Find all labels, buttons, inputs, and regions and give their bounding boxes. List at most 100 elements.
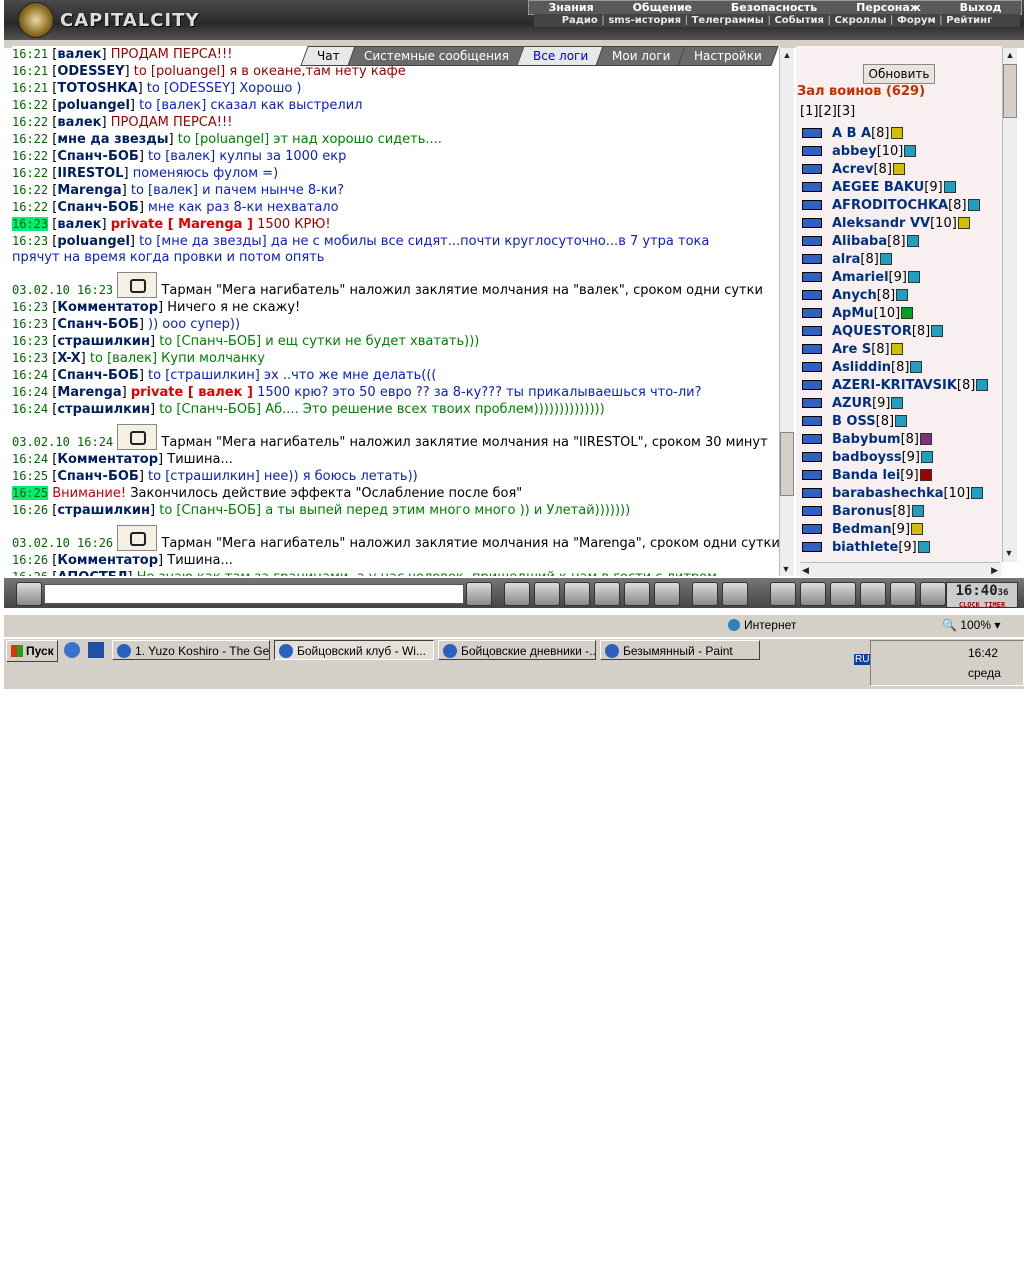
user-item[interactable]: AZERI-KRITAVSIK [8]: [800, 376, 989, 394]
user-info-icon[interactable]: [919, 469, 932, 481]
message-time[interactable]: 16:22: [12, 166, 48, 180]
submenu-forum[interactable]: Форум: [897, 14, 936, 27]
chat-scroll-thumb[interactable]: [780, 432, 794, 496]
user-info-icon[interactable]: [890, 343, 903, 355]
message-time[interactable]: 16:21: [12, 81, 48, 95]
private-message-icon[interactable]: [800, 324, 822, 338]
message-nick[interactable]: Marenga: [57, 183, 121, 198]
private-message-icon[interactable]: [800, 522, 822, 536]
tab-settings[interactable]: Настройки: [677, 46, 779, 66]
user-name[interactable]: Are S: [832, 342, 871, 357]
user-item[interactable]: AFRODITOCHKA [8]: [800, 196, 980, 214]
refresh-button[interactable]: Обновить: [863, 64, 935, 84]
user-item[interactable]: Asliddin [8]: [800, 358, 923, 376]
submenu-rating[interactable]: Рейтинг: [946, 14, 992, 27]
chat-scrollbar[interactable]: ▲: [779, 48, 794, 576]
translit-icon[interactable]: [624, 582, 650, 606]
message-nick[interactable]: валек: [57, 217, 101, 232]
private-message-icon[interactable]: [800, 198, 822, 212]
user-name[interactable]: alra: [832, 252, 860, 267]
user-info-icon[interactable]: [904, 145, 917, 157]
private-message-icon[interactable]: [800, 468, 822, 482]
user-name[interactable]: Asliddin: [832, 360, 891, 375]
user-name[interactable]: A B A: [832, 126, 871, 141]
user-info-icon[interactable]: [976, 379, 989, 391]
user-name[interactable]: Aleksandr VV: [832, 216, 930, 231]
message-nick[interactable]: мне да звезды: [57, 132, 168, 147]
page-links[interactable]: [1][2][3]: [800, 104, 855, 119]
message-nick[interactable]: валек: [57, 115, 101, 130]
message-nick[interactable]: страшилкин: [57, 503, 150, 518]
private-message-icon[interactable]: [800, 216, 822, 230]
submenu-telegrams[interactable]: Телеграммы: [692, 14, 764, 27]
run-icon[interactable]: [594, 582, 620, 606]
message-nick[interactable]: Marenga: [57, 385, 121, 400]
message-time[interactable]: 16:24: [12, 368, 48, 382]
eraser-icon[interactable]: [504, 582, 530, 606]
private-tag[interactable]: private [ валек ]: [131, 385, 253, 400]
message-nick[interactable]: IIRESTOL: [57, 166, 123, 181]
message-nick[interactable]: Спанч-БОБ: [57, 200, 138, 215]
clock-label[interactable]: CLOCK: [959, 601, 980, 609]
user-info-icon[interactable]: [943, 181, 956, 193]
user-info-icon[interactable]: [907, 271, 920, 283]
message-nick[interactable]: poluangel: [57, 98, 130, 113]
message-nick[interactable]: страшилкин: [57, 402, 150, 417]
tray-clock[interactable]: 16:42: [968, 646, 998, 660]
message-recipient[interactable]: ODESSEY: [169, 81, 230, 96]
message-nick[interactable]: страшилкин: [57, 334, 150, 349]
message-recipient[interactable]: poluangel: [156, 64, 220, 79]
user-info-icon[interactable]: [901, 307, 914, 319]
user-info-icon[interactable]: [920, 433, 932, 445]
submenu-events[interactable]: События: [774, 14, 823, 27]
message-time[interactable]: 16:23: [12, 334, 48, 348]
private-message-icon[interactable]: [800, 540, 822, 554]
message-time[interactable]: 16:22: [12, 149, 48, 163]
user-item[interactable]: Banda lei [9]: [800, 466, 932, 484]
message-nick[interactable]: Спанч-БОБ: [57, 368, 138, 383]
user-name[interactable]: Bedman: [832, 522, 892, 537]
scroll-right-icon[interactable]: ▶: [991, 563, 998, 577]
message-nick[interactable]: X-X: [57, 351, 80, 366]
menu-obshchenie[interactable]: Общение: [633, 1, 692, 14]
user-name[interactable]: barabashechka: [832, 486, 944, 501]
user-item[interactable]: AEGEE BAKU [9]: [800, 178, 956, 196]
tab-my-logs[interactable]: Мои логи: [595, 46, 687, 66]
user-name[interactable]: Anych: [832, 288, 877, 303]
tab-all-logs[interactable]: Все логи: [515, 46, 605, 66]
timer-label[interactable]: TIMER: [984, 601, 1005, 609]
user-info-icon[interactable]: [895, 415, 908, 427]
private-message-icon[interactable]: [800, 396, 822, 410]
private-message-icon[interactable]: [800, 270, 822, 284]
user-info-icon[interactable]: [971, 487, 984, 499]
private-message-icon[interactable]: [800, 306, 822, 320]
message-nick[interactable]: TOTOSHKA: [57, 81, 137, 96]
user-item[interactable]: badboyss [9]: [800, 448, 933, 466]
user-item[interactable]: Alibaba [8]: [800, 232, 919, 250]
user-name[interactable]: AZUR: [832, 396, 872, 411]
user-name[interactable]: abbey: [832, 144, 877, 159]
task-diaries[interactable]: Бойцовские дневники -...: [438, 640, 596, 660]
user-item[interactable]: Are S [8]: [800, 340, 903, 358]
save-icon[interactable]: [564, 582, 590, 606]
task-winamp[interactable]: 1. Yuzo Koshiro - The Ge...: [112, 640, 270, 660]
user-info-icon[interactable]: [931, 325, 944, 337]
message-recipient[interactable]: страшилкин: [170, 368, 254, 383]
exit-icon[interactable]: [920, 582, 946, 606]
message-time[interactable]: 16:24: [12, 452, 48, 466]
message-recipient[interactable]: валек: [112, 351, 152, 366]
message-nick[interactable]: Комментатор: [57, 553, 158, 568]
user-info-icon[interactable]: [911, 523, 924, 535]
user-info-icon[interactable]: [911, 505, 924, 517]
user-item[interactable]: B OSS [8]: [800, 412, 908, 430]
message-nick[interactable]: валек: [57, 47, 101, 62]
message-nick[interactable]: ODESSEY: [57, 64, 124, 79]
message-nick[interactable]: Спанч-БОБ: [57, 149, 138, 164]
scroll-down-icon[interactable]: ▼: [779, 562, 793, 576]
user-name[interactable]: AZERI-KRITAVSIK: [832, 378, 957, 393]
user-item[interactable]: ApMu [10]: [800, 304, 914, 322]
private-tag[interactable]: private [ Marenga ]: [111, 217, 253, 232]
user-item[interactable]: biathlete [9]: [800, 538, 930, 556]
users-scrollbar[interactable]: ▲: [1002, 48, 1017, 562]
user-name[interactable]: biathlete: [832, 540, 898, 555]
